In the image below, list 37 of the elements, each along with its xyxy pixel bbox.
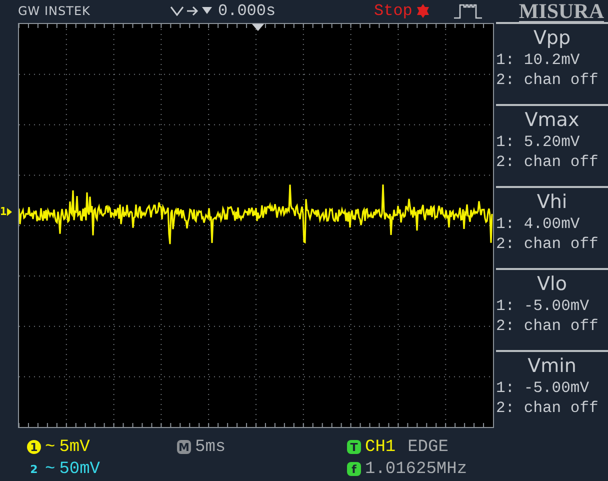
measurement-value: 2: chan off (496, 70, 600, 90)
time-per-div: 5ms (195, 438, 226, 456)
triangle-down-icon (202, 7, 212, 15)
time-position: 0.000s (218, 2, 277, 20)
pulse-icon (454, 3, 482, 19)
measurement-value: 1: 10.2mV (496, 50, 581, 70)
trigger-source: CH1 (365, 438, 396, 456)
measurement-value: 1: 4.00mV (496, 214, 581, 234)
trigger-type: EDGE (408, 438, 448, 456)
coupling-symbol: ~ (45, 438, 56, 456)
measurement-value: 2: chan off (496, 316, 600, 336)
run-state: Stop (374, 2, 412, 20)
measurement-name: Vlo (536, 272, 568, 296)
frequency-badge: f (347, 462, 361, 476)
measurement-name: Vpp (532, 26, 572, 50)
chevron-down-icon (170, 6, 184, 16)
trigger-badge: T (347, 440, 361, 454)
channel-label: 2 (29, 462, 39, 476)
measurement-value: 1: -5.00mV (496, 296, 590, 316)
brand-logo: GW INSTEK (18, 4, 92, 18)
measurement-value: 2: chan off (496, 398, 600, 418)
measurement-name: Vmin (526, 354, 578, 378)
measurement-value: 1: 5.20mV (496, 132, 581, 152)
volts-per-div: 50mV (59, 460, 100, 478)
measurement-name: Vhi (536, 190, 568, 214)
measurement-value: 2: chan off (496, 152, 600, 172)
arrow-right-icon (187, 6, 199, 16)
volts-per-div: 5mV (59, 438, 90, 456)
measurement-value: 1: -5.00mV (496, 378, 590, 398)
menu-title: MISURA (518, 0, 604, 22)
coupling-symbol: ~ (45, 460, 56, 478)
measurement-value: 2: chan off (496, 234, 600, 254)
channel-badge: 1 (27, 440, 41, 454)
timebase-badge: M (177, 440, 191, 454)
measurement-name: Vmax (524, 108, 580, 132)
trigger-position-marker (252, 24, 264, 31)
frequency-value: 1.01625MHz (365, 460, 468, 478)
